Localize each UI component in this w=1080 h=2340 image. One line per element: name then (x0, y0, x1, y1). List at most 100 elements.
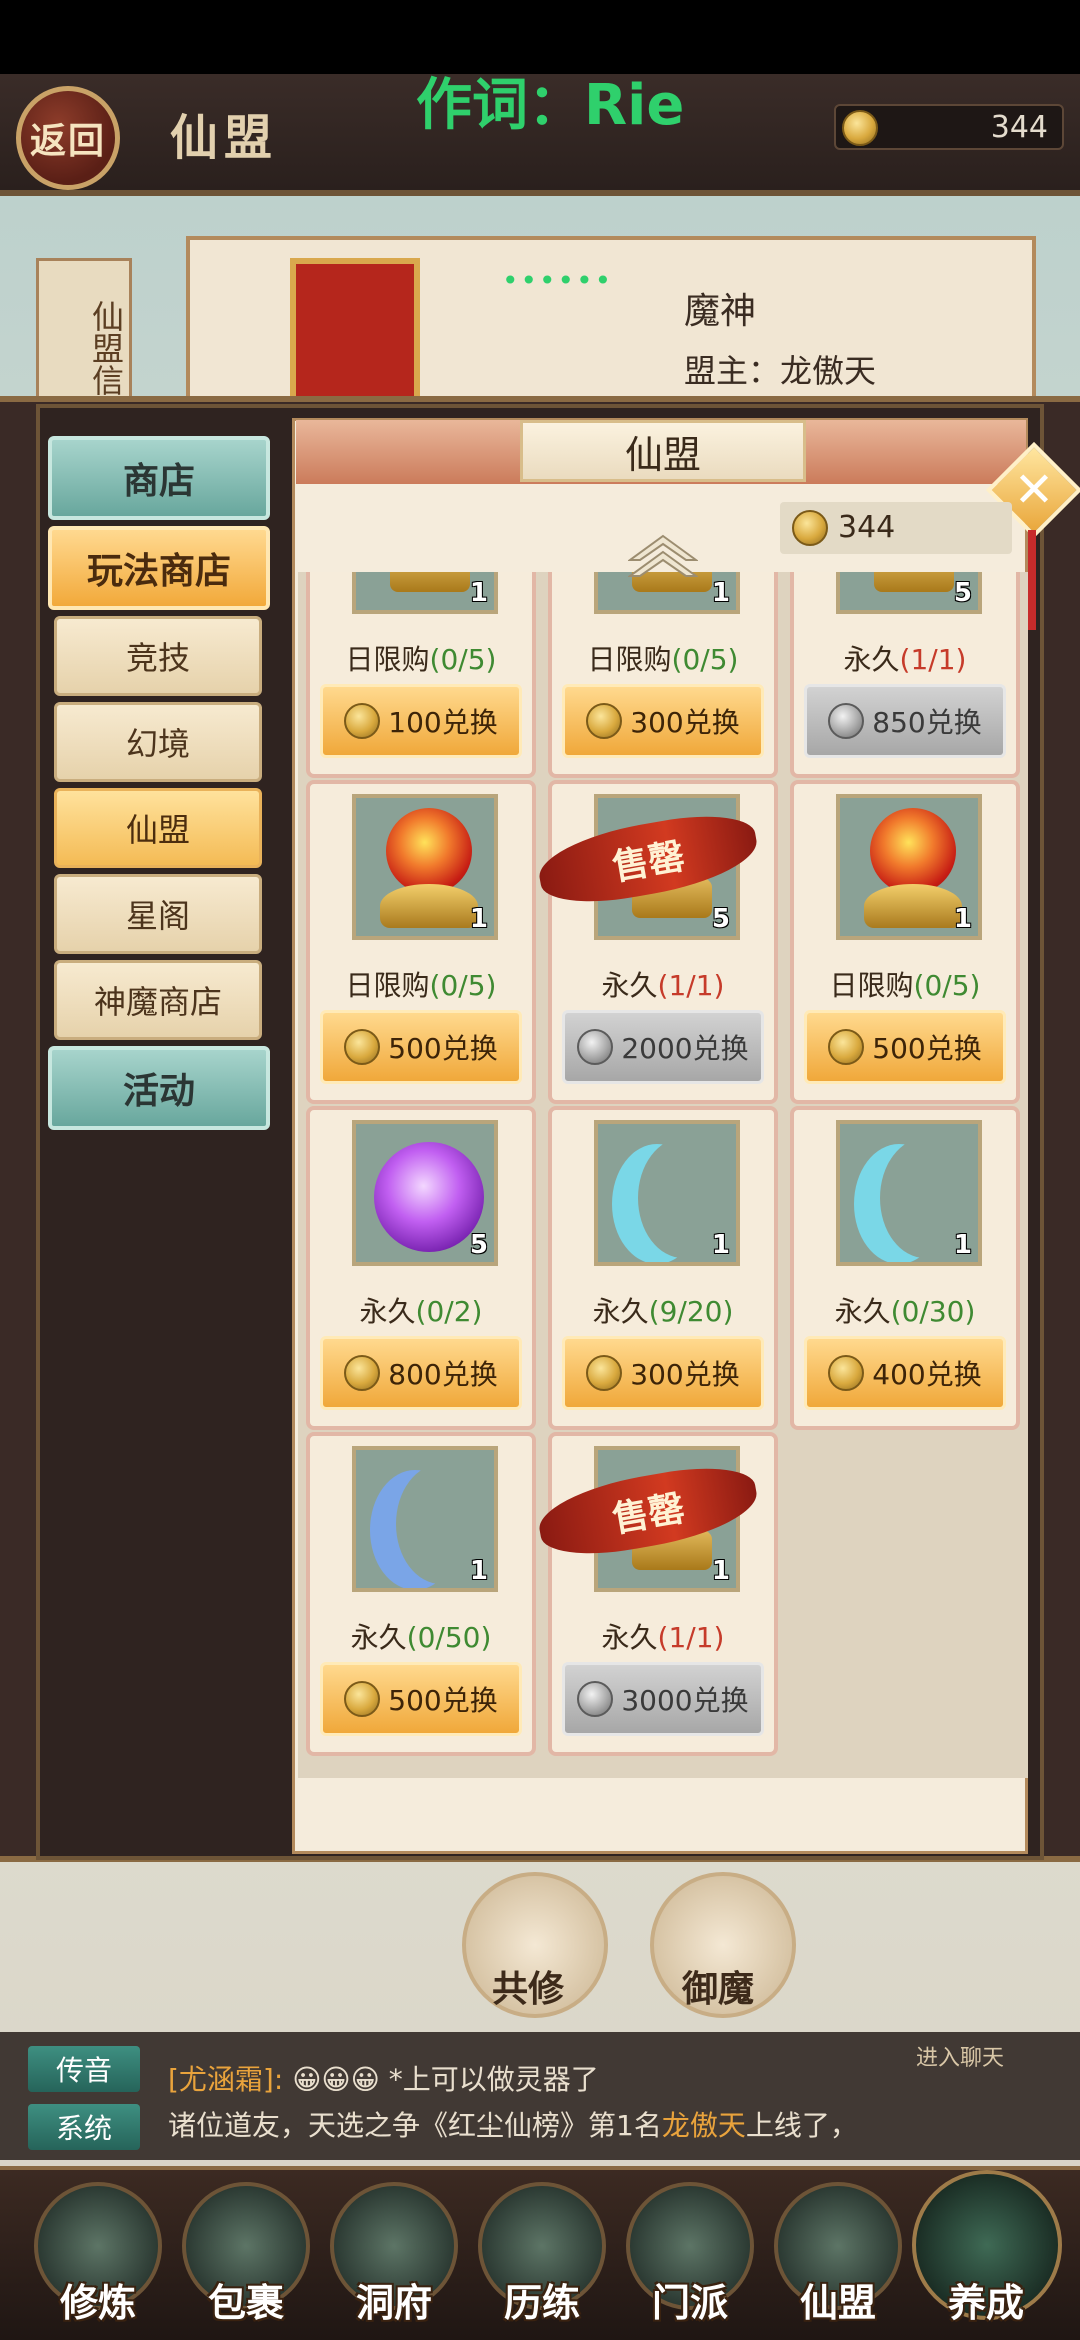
close-icon[interactable]: ✕ (1004, 458, 1064, 522)
purchase-limit: 永久(9/20) (552, 1290, 774, 1330)
item-image[interactable]: 1 (352, 572, 498, 614)
item-image[interactable]: 1 (594, 1120, 740, 1266)
item-card[interactable]: 1 永久(0/50) 500兑换 (306, 1432, 536, 1756)
exchange-price: 300兑换 (630, 706, 740, 739)
limit-count: (1/1) (657, 1621, 725, 1654)
item-image[interactable]: 1 (836, 1120, 982, 1266)
app-root: 返回 仙盟 344 作词：Rie 仙盟信 •••••• 魔神 盟主：龙傲天 商店… (0, 0, 1080, 2340)
nav-sub-star-pavilion[interactable]: 星阁 (54, 874, 262, 954)
exchange-button[interactable]: 800兑换 (320, 1336, 522, 1410)
guild-banner (290, 258, 420, 418)
coin-icon (344, 1681, 381, 1717)
exchange-price: 3000兑换 (621, 1684, 749, 1717)
tab-cultivate[interactable]: 修炼 (30, 2176, 166, 2336)
exchange-price: 400兑换 (872, 1358, 982, 1391)
item-image[interactable]: 5 (352, 1120, 498, 1266)
item-card[interactable]: 1 永久(9/20) 300兑换 (548, 1106, 778, 1430)
exchange-button[interactable]: 400兑换 (804, 1336, 1006, 1410)
item-image[interactable]: 1 (352, 1446, 498, 1592)
limit-count: (0/5) (429, 643, 497, 676)
nav-sub-god-demon-shop[interactable]: 神魔商店 (54, 960, 262, 1040)
tab-adventure[interactable]: 历练 (474, 2176, 610, 2336)
chat-emotes: 😀😀😀 (292, 2063, 380, 2096)
co-cultivate-label: 共修 (492, 1968, 565, 2010)
coin-icon (828, 703, 865, 739)
item-count: 1 (469, 1556, 488, 1586)
exchange-button[interactable]: 850兑换 (804, 684, 1006, 758)
exchange-price: 300兑换 (630, 1358, 740, 1391)
item-card[interactable]: 5 永久(0/2) 800兑换 (306, 1106, 536, 1430)
coin-icon (842, 110, 878, 146)
limit-type: 永久 (843, 643, 900, 676)
item-card[interactable]: 1 日限购(0/5) 500兑换 (306, 780, 536, 1104)
chat-tag-rumor[interactable]: 传音 (28, 2046, 140, 2092)
treasure-icon (874, 572, 954, 592)
guild-side-tag[interactable]: 仙盟信 (36, 258, 132, 408)
exchange-button[interactable]: 500兑换 (804, 1010, 1006, 1084)
chat-tag-system[interactable]: 系统 (28, 2104, 140, 2150)
tab-sect[interactable]: 门派 (622, 2176, 758, 2336)
item-count: 1 (711, 1556, 730, 1586)
item-card[interactable]: 1 日限购(0/5) 100兑换 (306, 572, 536, 778)
exchange-button[interactable]: 100兑换 (320, 684, 522, 758)
item-count: 1 (469, 904, 488, 934)
limit-count: (0/5) (671, 643, 739, 676)
item-card[interactable]: 5 永久(1/1) 850兑换 (790, 572, 1020, 778)
item-image[interactable]: 1 (352, 794, 498, 940)
scroll-up-icon[interactable] (628, 534, 698, 580)
chat-line-1: [尤涵霜]: 😀😀😀 *上可以做灵器了 (168, 2058, 599, 2098)
tab-guild[interactable]: 仙盟 (770, 2176, 906, 2336)
purchase-limit: 日限购(0/5) (310, 638, 532, 678)
nav-gameplay-shop[interactable]: 玩法商店 (48, 526, 270, 610)
item-card[interactable]: 1 日限购(0/5) 300兑换 (548, 572, 778, 778)
tab-nurture[interactable]: 养成 (912, 2170, 1062, 2336)
tassel-decoration (1028, 530, 1036, 630)
limit-type: 永久 (359, 1295, 416, 1328)
nav-sub-illusion[interactable]: 幻境 (54, 702, 262, 782)
exchange-price: 850兑换 (872, 706, 982, 739)
item-image[interactable]: 5 (836, 572, 982, 614)
item-grid[interactable]: 1 日限购(0/5) 100兑换 1 日限购(0/5) 300兑换 5 永久 (1/1) 850兑… (298, 572, 1028, 1778)
item-card[interactable]: 1 永久(0/30) 400兑换 (790, 1106, 1020, 1430)
exchange-button[interactable]: 2000兑换 (562, 1010, 764, 1084)
coin-icon (344, 1355, 381, 1391)
purchase-limit: 日限购(0/5) (310, 964, 532, 1004)
item-card[interactable]: 1 售罄 永久(1/1) 3000兑换 (533, 1432, 778, 1756)
nav-sub-guild[interactable]: 仙盟 (54, 788, 262, 868)
exchange-button[interactable]: 500兑换 (320, 1010, 522, 1084)
chat-message-post: 上线了， (745, 2109, 858, 2142)
treasure-icon (390, 572, 470, 592)
exchange-button[interactable]: 300兑换 (562, 684, 764, 758)
item-count: 5 (711, 904, 730, 934)
exchange-button[interactable]: 3000兑换 (562, 1662, 764, 1736)
exchange-button[interactable]: 300兑换 (562, 1336, 764, 1410)
coin-icon (577, 1681, 614, 1717)
nav-sub-arena[interactable]: 竞技 (54, 616, 262, 696)
coin-icon (586, 1355, 623, 1391)
guild-leader: 盟主：龙傲天 (684, 346, 876, 392)
chat-sender: [尤涵霜]: (168, 2063, 284, 2096)
limit-count: (0/2) (415, 1295, 483, 1328)
tab-bag[interactable]: 包裹 (178, 2176, 314, 2336)
purchase-limit: 永久(0/50) (310, 1616, 532, 1656)
coin-icon (577, 1029, 614, 1065)
item-card[interactable]: 1 日限购(0/5) 500兑换 (790, 780, 1020, 1104)
item-count: 1 (711, 578, 730, 608)
purple-vortex-icon (374, 1142, 484, 1252)
enter-chat-link[interactable]: 进入聊天 (916, 2040, 1004, 2072)
tab-cave[interactable]: 洞府 (326, 2176, 462, 2336)
item-image[interactable]: 1 (836, 794, 982, 940)
item-card[interactable]: 5 售罄 永久(1/1) 2000兑换 (533, 780, 778, 1104)
purchase-limit: 永久(0/2) (310, 1290, 532, 1330)
exchange-price: 500兑换 (388, 1684, 498, 1717)
limit-type: 永久 (601, 969, 658, 1002)
limit-type: 永久 (592, 1295, 649, 1328)
nav-shop[interactable]: 商店 (48, 436, 270, 520)
exchange-price: 100兑换 (388, 706, 498, 739)
limit-type: 永久 (834, 1295, 891, 1328)
limit-count: (0/5) (913, 969, 981, 1002)
nav-activity[interactable]: 活动 (48, 1046, 270, 1130)
back-button[interactable]: 返回 (16, 86, 120, 190)
chat-line-2: 诸位道友，天选之争《红尘仙榜》第1名龙傲天上线了， (168, 2104, 858, 2144)
exchange-button[interactable]: 500兑换 (320, 1662, 522, 1736)
